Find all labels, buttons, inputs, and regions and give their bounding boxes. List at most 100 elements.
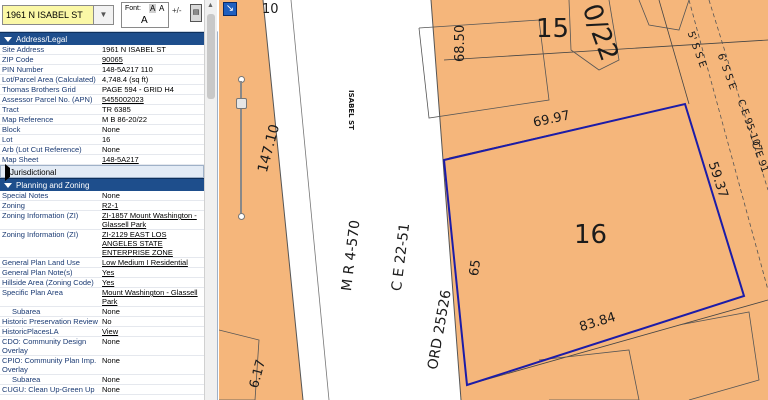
info-value[interactable]: Yes (102, 268, 202, 277)
info-label: Thomas Brothers Grid (2, 85, 76, 94)
info-value: M B 86-20/22 (102, 115, 148, 124)
info-row: Hillside Area (Zoning Code) Yes (0, 278, 204, 288)
font-large-button[interactable]: A (141, 15, 148, 26)
section-planning-zoning[interactable]: Planning and Zoning (0, 178, 204, 191)
info-value[interactable]: ZI-2129 EAST LOS ANGELES STATE ENTERPRIS… (102, 230, 202, 257)
info-value: None (102, 307, 120, 316)
info-label: CDO: Community Design Overlay (2, 337, 87, 355)
info-label: Lot/Parcel Area (Calculated) (2, 75, 96, 84)
info-row: Zoning Information (ZI) ZI-2129 EAST LOS … (0, 230, 204, 258)
info-value[interactable]: View (102, 327, 202, 336)
info-label: General Plan Note(s) (2, 268, 73, 277)
info-label: Zoning (2, 201, 25, 210)
font-medium-button[interactable]: A (159, 4, 164, 13)
info-label: Lot (2, 135, 13, 144)
info-label: HistoricPlacesLA (2, 327, 59, 336)
collapse-icon (4, 37, 12, 43)
section-title: Address/Legal (16, 35, 68, 44)
zoom-out-end[interactable] (238, 213, 245, 220)
lot-dimension-left: 65 (467, 258, 485, 278)
address-dropdown-button[interactable]: ▼ (94, 5, 114, 25)
map-zoom-slider[interactable] (236, 76, 247, 222)
address-search-input[interactable]: 1961 N ISABEL ST (2, 5, 94, 25)
info-row: Lot 16 (0, 135, 204, 145)
info-value[interactable]: Mount Washington - Glassell Park (102, 288, 202, 306)
section-jurisdictional[interactable]: Jurisdictional (0, 164, 204, 181)
section-title: Planning and Zoning (16, 181, 90, 190)
lot-line (466, 299, 768, 386)
map-label: 10 (262, 2, 279, 17)
zoom-thumb[interactable] (236, 98, 247, 109)
info-value: PAGE 594 - GRID H4 (102, 85, 174, 94)
info-label: Subarea (12, 307, 41, 316)
info-row: Historic Preservation Review No (0, 317, 204, 327)
building-footprint (678, 311, 760, 400)
info-row: ZIP Code 90065 (0, 55, 204, 65)
info-value: None (102, 191, 120, 200)
info-label: Block (2, 125, 21, 134)
info-row: General Plan Land Use Low Medium I Reside… (0, 258, 204, 268)
panel-scrollbar[interactable]: ▲ (204, 0, 217, 400)
info-value[interactable]: 148-5A217 (102, 155, 202, 164)
info-value: 4,748.4 (sq ft) (102, 75, 149, 84)
property-info-panel: 1961 N ISABEL ST ▼ Font: A A A +/- ▤ Add… (0, 0, 218, 400)
info-label: Site Address (2, 45, 45, 54)
collapse-icon (4, 183, 12, 189)
toolbar: 1961 N ISABEL ST ▼ Font: A A A +/- ▤ (0, 0, 218, 32)
info-value: 148-5A217 110 (102, 65, 153, 74)
info-value[interactable]: Yes (102, 278, 202, 287)
section-address-legal[interactable]: Address/Legal (0, 32, 204, 45)
lot-number-label: 16 (574, 220, 608, 250)
info-row: Tract TR 6385 (0, 105, 204, 115)
info-value[interactable]: 90065 (102, 55, 202, 64)
info-row: CDO: Community Design Overlay None (0, 337, 204, 356)
info-label: ZIP Code (2, 55, 34, 64)
info-label: CUGU: Clean Up-Green Up (2, 385, 95, 394)
info-value: None (102, 375, 120, 384)
zoom-toggle-button[interactable]: +/- (172, 6, 182, 15)
parcel-map[interactable]: ↘ 10 0/22 15 68.50 ISABEL ST 147.10 M R … (219, 0, 768, 400)
planning-zoning-rows: Special Notes None Zoning R2-1 Zoning Inform… (0, 191, 204, 395)
font-size-selector: Font: A A A (121, 2, 169, 28)
info-row: Special Notes None (0, 191, 204, 201)
info-label: Special Notes (2, 191, 49, 200)
info-value: 1961 N ISABEL ST (102, 45, 166, 54)
info-value: None (102, 125, 120, 134)
info-value[interactable]: ZI-1857 Mount Washington - Glassell Park (102, 211, 202, 229)
info-row: Map Reference M B 86-20/22 (0, 115, 204, 125)
info-value: None (102, 145, 120, 154)
info-value[interactable]: R2-1 (102, 201, 202, 210)
info-value: 16 (102, 135, 111, 144)
info-label: CPIO: Community Plan Imp. Overlay (2, 356, 97, 374)
map-canvas (219, 0, 768, 400)
section-title: Jurisdictional (10, 168, 57, 177)
scroll-thumb[interactable] (207, 14, 215, 99)
info-row: Map Sheet 148-5A217 (0, 155, 204, 165)
info-label: Subarea (12, 375, 41, 384)
info-value: None (102, 337, 120, 346)
info-row: Arb (Lot Cut Reference) None (0, 145, 204, 155)
info-value: None (102, 356, 120, 365)
info-row: Zoning Information (ZI) ZI-1857 Mount Was… (0, 211, 204, 230)
info-row: Block None (0, 125, 204, 135)
info-value[interactable]: Low Medium I Residential (102, 258, 202, 267)
info-row: Assessor Parcel No. (APN) 5455002023 (0, 95, 204, 105)
info-value[interactable]: 5455002023 (102, 95, 202, 104)
font-small-button[interactable]: A (149, 4, 157, 13)
info-row: Specific Plan Area Mount Washington - Gla… (0, 288, 204, 307)
info-row: Zoning R2-1 (0, 201, 204, 211)
info-row: PIN Number 148-5A217 110 (0, 65, 204, 75)
scroll-up-arrow[interactable]: ▲ (207, 2, 214, 9)
lot-line (658, 0, 690, 105)
info-label: Zoning Information (ZI) (2, 230, 79, 239)
print-icon[interactable]: ▤ (190, 4, 202, 22)
info-label: Map Reference (2, 115, 54, 124)
map-corner-button[interactable]: ↘ (223, 2, 237, 16)
info-value: No (102, 317, 112, 326)
font-label: Font: (125, 5, 141, 12)
info-row: Subarea None (0, 307, 204, 317)
neighbor-lot-label: 15 (536, 14, 570, 44)
info-value: TR 6385 (102, 105, 131, 114)
info-row: Thomas Brothers Grid PAGE 594 - GRID H4 (0, 85, 204, 95)
info-row: CPIO: Community Plan Imp. Overlay None (0, 356, 204, 375)
